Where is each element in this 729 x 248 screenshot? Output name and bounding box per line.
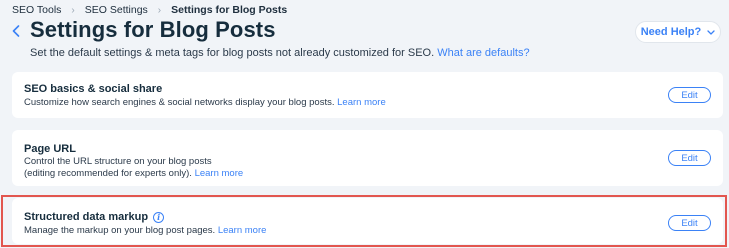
learn-more-link[interactable]: Learn more [218, 225, 267, 236]
back-chevron-icon[interactable] [9, 24, 23, 38]
edit-structured-data-button[interactable]: Edit [668, 215, 711, 231]
card-description: Customize how search engines & social ne… [24, 97, 386, 109]
card-title: Structured data markup i [24, 211, 165, 223]
page-title: Settings for Blog Posts [30, 17, 276, 42]
subtitle-text: Set the default settings & meta tags for… [30, 47, 435, 59]
edit-page-url-button[interactable]: Edit [668, 150, 711, 166]
learn-more-link[interactable]: Learn more [337, 97, 386, 108]
chevron-right-icon: › [157, 4, 162, 16]
card-desc-text-2: (editing recommended for experts only). [24, 168, 192, 179]
chevron-right-icon: › [71, 4, 75, 16]
info-icon[interactable]: i [153, 211, 165, 223]
need-help-label: Need Help? [640, 26, 702, 38]
what-are-defaults-link[interactable]: What are defaults? [437, 47, 529, 59]
card-title-text: Structured data markup [24, 211, 149, 223]
card-desc-text: Control the URL structure on your blog p… [24, 156, 212, 167]
edit-seo-basics-button[interactable]: Edit [668, 87, 711, 103]
breadcrumb-seo-settings[interactable]: SEO Settings [85, 4, 148, 16]
breadcrumb: SEO Tools › SEO Settings › Settings for … [12, 4, 287, 16]
chevron-down-icon [707, 27, 715, 37]
card-description: Manage the markup on your blog post page… [24, 225, 266, 237]
page-subtitle: Set the default settings & meta tags for… [30, 47, 530, 59]
card-desc-text: Customize how search engines & social ne… [24, 97, 335, 108]
card-desc-text: Manage the markup on your blog post page… [24, 225, 216, 236]
card-page-url: Page URL Control the URL structure on yo… [12, 130, 723, 186]
card-structured-data: Structured data markup i Manage the mark… [12, 198, 723, 244]
card-description: Control the URL structure on your blog p… [24, 156, 243, 180]
need-help-button[interactable]: Need Help? [635, 21, 721, 43]
learn-more-link[interactable]: Learn more [195, 168, 244, 179]
card-title: Page URL [24, 143, 76, 155]
breadcrumb-current: Settings for Blog Posts [171, 4, 288, 16]
breadcrumb-seo-tools[interactable]: SEO Tools [12, 4, 61, 16]
card-title: SEO basics & social share [24, 83, 163, 95]
card-seo-basics: SEO basics & social share Customize how … [12, 72, 723, 118]
